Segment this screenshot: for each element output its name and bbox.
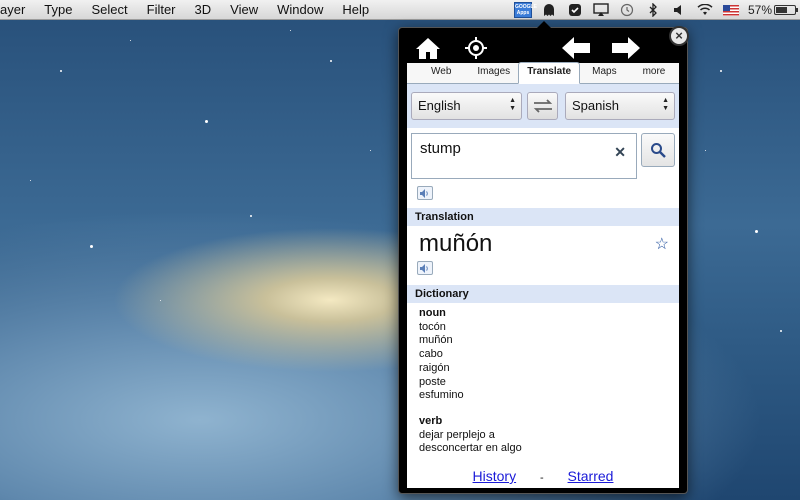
menu-window[interactable]: Window [268,0,333,20]
dictionary-group-noun: noun tocón muñón cabo raigón poste esfum… [419,307,667,403]
swap-icon [533,99,552,113]
dictionary-term: dejar perplejo a [419,428,495,441]
crosshair-icon [465,37,487,59]
popup-toolbar [399,34,687,62]
time-machine-icon[interactable] [614,0,640,20]
us-flag-icon[interactable] [718,0,744,20]
footer-links: History - Starred [407,468,679,484]
translate-input[interactable]: stump ✕ [411,133,637,179]
target-language-select[interactable]: Spanish ▲ ▼ [565,92,675,120]
menu-help[interactable]: Help [333,0,379,20]
tab-images[interactable]: Images [469,65,518,83]
search-button[interactable] [641,133,675,167]
translation-header: Translation [407,208,679,226]
language-bar: English ▲ ▼ Spanish ▲ ▼ [407,84,679,128]
history-link[interactable]: History [473,468,517,484]
menu-type[interactable]: Type [35,0,82,20]
home-button[interactable] [413,34,443,62]
dictionary-header: Dictionary [407,285,679,303]
dictionary-term: poste [419,375,446,388]
dictionary-term: tocón [419,320,446,333]
starred-link[interactable]: Starred [568,468,614,484]
dictionary-group-verb: verb dejar perplejo a desconcertar en al… [419,415,667,456]
translation-result: muñón [419,230,493,257]
tab-web[interactable]: Web [423,65,459,83]
dictionary-term: esfumino [419,389,464,402]
tab-more[interactable]: more [635,65,674,83]
service-tabs: Web Images Translate Maps more [407,62,679,84]
dictionary-term: muñón [419,334,453,347]
home-icon [416,38,440,59]
part-of-speech: verb [419,414,443,427]
battery-percent: 57% [747,3,772,17]
tab-translate[interactable]: Translate [518,62,581,84]
link-separator: - [539,472,544,484]
select-arrows-icon: ▲ ▼ [509,97,516,112]
dictionary-term: cabo [419,348,443,361]
volume-icon[interactable] [666,0,692,20]
menu-bar: ayer Type Select Filter 3D View Window H… [0,0,800,20]
dictionary-term: desconcertar en algo [419,442,522,455]
menu-filter[interactable]: Filter [138,0,186,20]
google-apps-menubar-icon[interactable]: GOOGLE Apps [510,0,537,20]
forward-button[interactable] [611,34,641,62]
popup-content: Web Images Translate Maps more English ▲… [407,62,679,488]
menu-select[interactable]: Select [82,0,137,20]
battery-icon [774,5,798,15]
part-of-speech: noun [419,307,446,319]
arrow-right-icon [612,37,640,59]
speaker-icon [420,188,428,198]
checkmark-badge-icon[interactable] [562,0,588,20]
source-language-select[interactable]: English ▲ ▼ [411,92,522,120]
listen-source-button[interactable] [417,186,433,200]
ghost-icon[interactable] [536,0,562,20]
star-icon[interactable]: ☆ [655,234,669,254]
dictionary-term: raigón [419,361,450,374]
translation-section: muñón ☆ [407,226,679,285]
dictionary-list: noun tocón muñón cabo raigón poste esfum… [407,303,679,456]
menu-3d[interactable]: 3D [186,0,222,20]
translate-input-value: stump [420,140,461,157]
swap-languages-button[interactable] [527,92,558,120]
speaker-icon [420,263,428,273]
target-language-value: Spanish [572,98,619,113]
search-icon [651,143,666,158]
menu-player[interactable]: ayer [0,0,35,20]
arrow-left-icon [562,37,590,59]
select-arrows-icon: ▲ ▼ [662,97,669,112]
input-section: stump ✕ [407,128,679,208]
wifi-icon[interactable] [692,0,718,20]
airplay-icon[interactable] [588,0,614,20]
menu-view[interactable]: View [221,0,268,20]
location-button[interactable] [461,34,491,62]
listen-translation-button[interactable] [417,261,433,275]
google-apps-popup: × Web Images Translate Maps more English… [398,21,689,494]
bluetooth-icon[interactable] [640,0,666,20]
battery-status[interactable]: 57% [744,0,800,20]
tab-maps[interactable]: Maps [584,65,624,83]
source-language-value: English [418,98,461,113]
clear-input-icon[interactable]: ✕ [614,144,626,161]
back-button[interactable] [561,34,591,62]
